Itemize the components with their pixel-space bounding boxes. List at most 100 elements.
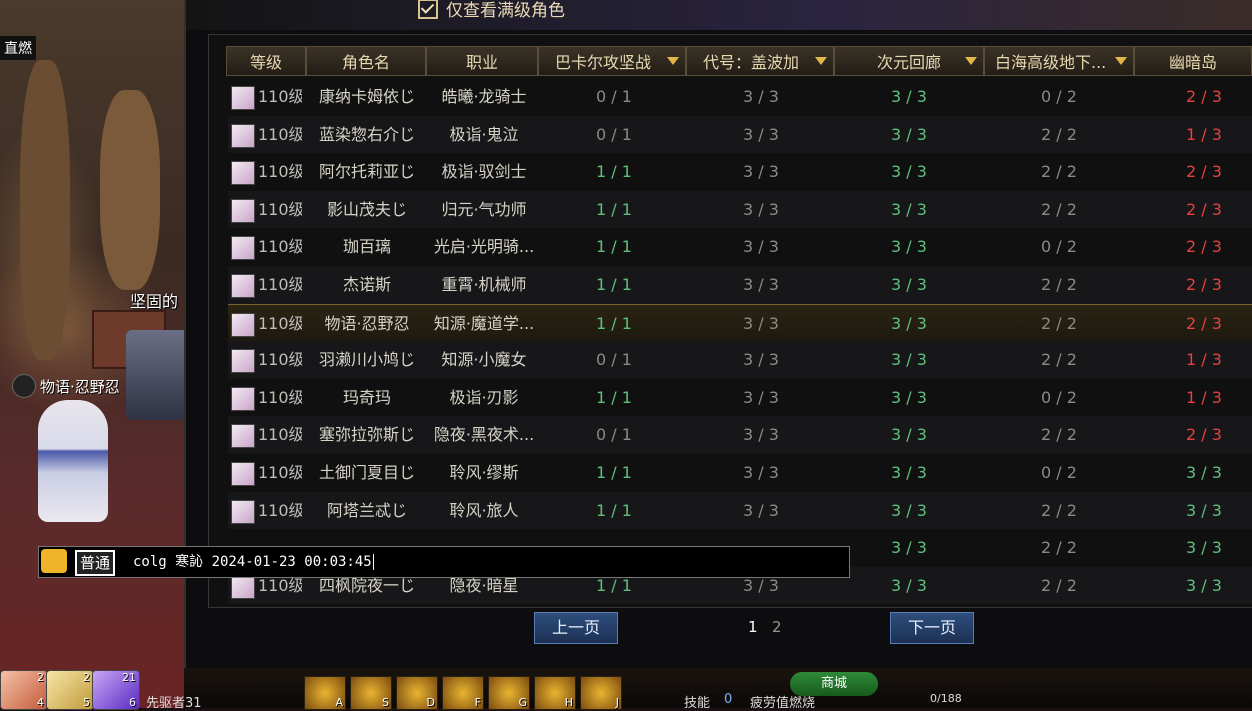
- table-row[interactable]: 110级 阿塔兰忒じ 聆风·旅人 1 / 1 3 / 3 3 / 3 2 / 2 3 / 3: [228, 491, 1252, 530]
- dropdown-arrow-icon[interactable]: [1115, 57, 1127, 65]
- cell-character-name: 康纳卡姆依じ: [318, 87, 415, 106]
- skill-slot[interactable]: S: [350, 676, 392, 710]
- skill-hotkey: G: [518, 696, 527, 709]
- cell-level: 110级: [258, 387, 302, 407]
- cell-clear-count: 2 / 2: [1041, 124, 1077, 144]
- cell-clear-count: 3 / 3: [743, 425, 779, 445]
- page-number[interactable]: 2: [772, 618, 782, 636]
- cell-clear-count: 0 / 1: [596, 124, 632, 144]
- page-number-current[interactable]: 1: [748, 618, 758, 636]
- cell-clear-count: 3 / 3: [743, 124, 779, 144]
- table-row[interactable]: 110级 影山茂夫じ 归元·气功师 1 / 1 3 / 3 3 / 3 2 / 2 2 / 3: [228, 190, 1252, 229]
- npc-title: 坚固的: [130, 292, 179, 311]
- character-avatar-icon: [231, 161, 255, 186]
- table-row[interactable]: 110级 土御门夏目じ 聆风·缪斯 1 / 1 3 / 3 3 / 3 0 / 2 3 / 3: [228, 454, 1252, 492]
- fatigue-burn-label[interactable]: 疲劳值燃烧: [750, 692, 815, 711]
- prev-page-button[interactable]: 上一页: [534, 612, 618, 644]
- cell-clear-count: 2 / 2: [1041, 275, 1077, 294]
- cell-clear-count: 0 / 1: [596, 87, 632, 106]
- cell-clear-count: 3 / 3: [743, 162, 779, 182]
- item-count: 2: [37, 671, 44, 684]
- quickslot-item-2[interactable]: 2 5: [46, 670, 94, 710]
- cell-clear-count: 3 / 3: [743, 237, 779, 257]
- skill-slot[interactable]: D: [396, 676, 438, 710]
- column-header-dungeon-3-dropdown[interactable]: 次元回廊: [834, 46, 984, 76]
- table-row[interactable]: 110级 康纳卡姆依じ 皓曦·龙骑士 0 / 1 3 / 3 3 / 3 0 / 2 2 / …: [228, 78, 1252, 116]
- column-header-dungeon-1-dropdown[interactable]: 巴卡尔攻坚战: [538, 46, 686, 76]
- cell-clear-count: 3 / 3: [743, 387, 779, 407]
- column-header-dungeon-2-dropdown[interactable]: 代号：盖波加: [686, 46, 834, 76]
- chat-input-bar[interactable]: 普通 colg 寒訫 2024-01-23 00:03:45: [38, 546, 850, 578]
- table-row[interactable]: 110级 阿尔托莉亚じ 极诣·驭剑士 1 / 1 3 / 3 3 / 3 2 / 2 2 / …: [228, 153, 1252, 191]
- header-label: 幽暗岛: [1168, 53, 1217, 72]
- cell-clear-count: 1 / 1: [596, 313, 632, 333]
- cell-clear-count: 2 / 2: [1041, 538, 1077, 558]
- only-max-level-filter[interactable]: 仅查看满级角色: [418, 0, 565, 21]
- header-label: 角色名: [341, 53, 390, 72]
- dropdown-arrow-icon[interactable]: [815, 57, 827, 65]
- cell-clear-count: 3 / 3: [891, 313, 927, 333]
- skill-slot[interactable]: A: [304, 676, 346, 710]
- skill-slot[interactable]: F: [442, 676, 484, 710]
- cell-level: 110级: [258, 425, 302, 445]
- header-label: 代号：盖波加: [703, 53, 800, 72]
- cell-clear-count: 2 / 3: [1186, 425, 1222, 445]
- table-row[interactable]: 110级 羽濑川小鸠じ 知源·小魔女 0 / 1 3 / 3 3 / 3 2 / 2 1 / …: [228, 341, 1252, 379]
- quickslot-item-3[interactable]: 21 6: [92, 670, 140, 710]
- cell-job: 极诣·驭剑士: [441, 162, 527, 182]
- top-left-label: 直燃: [0, 36, 36, 60]
- cell-clear-count: 3 / 3: [891, 87, 927, 106]
- table-row[interactable]: 110级 物语·忍野忍 知源·魔道学... 1 / 1 3 / 3 3 / 3 2 / 2 2…: [228, 303, 1252, 344]
- character-name: 物语·忍野忍: [40, 377, 120, 396]
- cell-clear-count: 3 / 3: [743, 500, 779, 520]
- cell-job: 极诣·鬼泣: [449, 124, 519, 144]
- cell-character-name: 土御门夏目じ: [318, 463, 415, 482]
- cell-clear-count: 2 / 2: [1041, 199, 1077, 219]
- cell-clear-count: 2 / 2: [1041, 162, 1077, 182]
- cell-character-name: 蓝染惣右介じ: [318, 124, 415, 144]
- cell-level: 110级: [258, 313, 302, 333]
- cell-job: 重霄·机械师: [441, 275, 527, 294]
- cell-character-name: 羽濑川小鸠じ: [318, 350, 415, 370]
- skill-slot[interactable]: G: [488, 676, 530, 710]
- cell-clear-count: 0 / 1: [596, 350, 632, 370]
- cell-clear-count: 2 / 2: [1041, 575, 1077, 595]
- emoji-icon[interactable]: [41, 549, 67, 573]
- header-label: 巴卡尔攻坚战: [555, 53, 652, 72]
- cell-clear-count: 3 / 3: [891, 350, 927, 370]
- cell-character-name: 物语·忍野忍: [324, 313, 410, 333]
- player-character-sprite[interactable]: [38, 400, 108, 522]
- chat-channel-selector[interactable]: 普通: [75, 550, 116, 576]
- table-row[interactable]: 110级 珈百璃 光启·光明骑... 1 / 1 3 / 3 3 / 3 0 / 2 2 / …: [228, 228, 1252, 266]
- quickslot-item-1[interactable]: 2 4: [0, 670, 48, 710]
- cell-clear-count: 3 / 3: [891, 538, 927, 558]
- cell-character-name: 玛奇玛: [342, 387, 391, 407]
- chat-input-field[interactable]: colg 寒訫 2024-01-23 00:03:45: [133, 547, 374, 577]
- character-avatar-icon: [231, 312, 255, 337]
- cell-clear-count: 3 / 3: [743, 463, 779, 482]
- column-header-job: 职业: [426, 46, 538, 76]
- cell-clear-count: 1 / 1: [596, 162, 632, 182]
- table-row[interactable]: 110级 塞弥拉弥斯じ 隐夜·黑夜术... 0 / 1 3 / 3 3 / 3 2 / 2 2…: [228, 416, 1252, 454]
- dropdown-arrow-icon[interactable]: [667, 57, 679, 65]
- table-row[interactable]: 110级 蓝染惣右介じ 极诣·鬼泣 0 / 1 3 / 3 3 / 3 2 / 2 1 / 3: [228, 115, 1252, 154]
- tree-trunk: [100, 90, 160, 290]
- table-row[interactable]: 110级 玛奇玛 极诣·刃影 1 / 1 3 / 3 3 / 3 0 / 2 1 / 3: [228, 379, 1252, 417]
- character-avatar-icon: [231, 123, 255, 148]
- cell-clear-count: 2 / 2: [1041, 425, 1077, 445]
- cell-job: 光启·光明骑...: [433, 237, 535, 257]
- column-header-dungeon-4-dropdown[interactable]: 白海高级地下...: [984, 46, 1134, 76]
- character-avatar-icon: [231, 236, 255, 261]
- next-page-button[interactable]: 下一页: [890, 612, 974, 644]
- cell-job: 隐夜·黑夜术...: [433, 425, 535, 445]
- skill-slot[interactable]: J: [580, 676, 622, 710]
- cell-clear-count: 2 / 3: [1186, 199, 1222, 219]
- character-avatar-icon: [231, 198, 255, 223]
- checkbox-checked-icon[interactable]: [418, 0, 438, 19]
- dropdown-arrow-icon[interactable]: [965, 57, 977, 65]
- cell-job: 知源·小魔女: [441, 350, 527, 370]
- table-row[interactable]: 110级 杰诺斯 重霄·机械师 1 / 1 3 / 3 3 / 3 2 / 2 2 / 3: [228, 266, 1252, 304]
- skill-slot[interactable]: H: [534, 676, 576, 710]
- panel-header-art: [186, 0, 1252, 30]
- item-hotkey: 4: [37, 696, 44, 709]
